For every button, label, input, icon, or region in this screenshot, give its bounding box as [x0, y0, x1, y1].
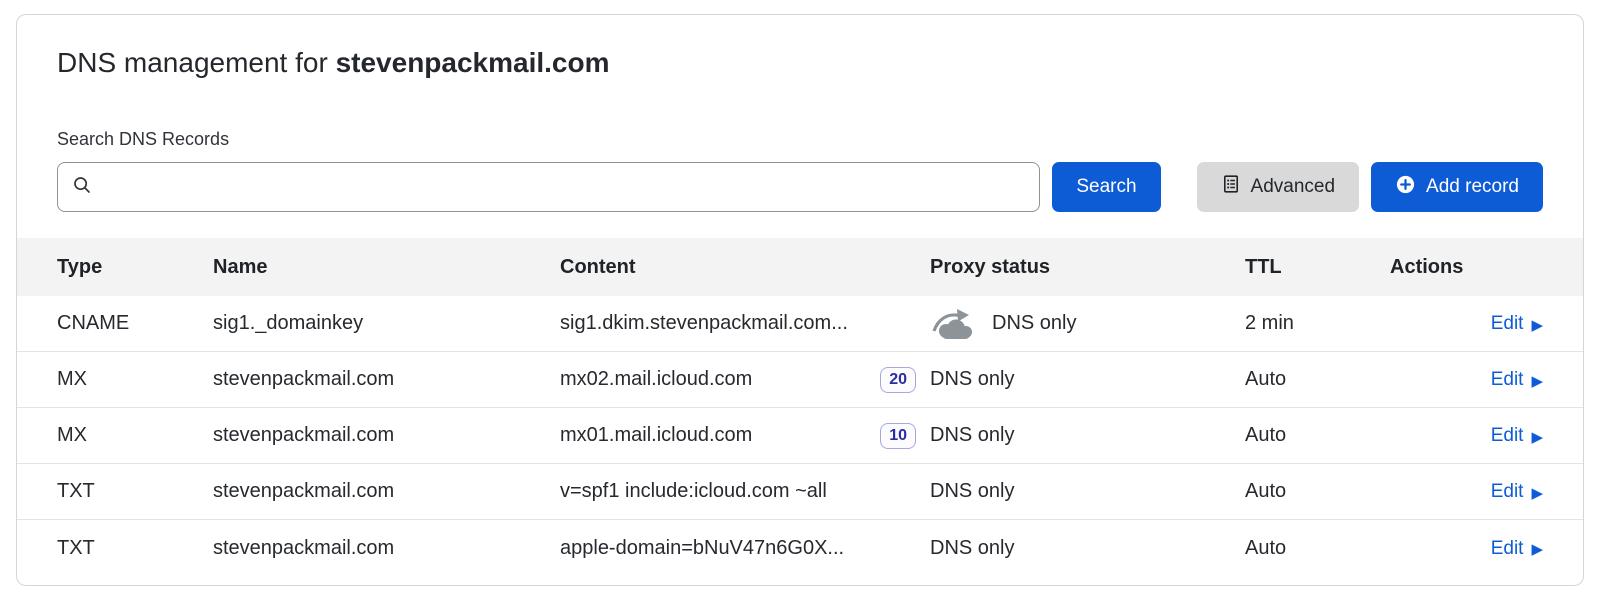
proxy-status-cell: DNS only: [930, 424, 1245, 447]
record-content-cell: apple-domain=bNuV47n6G0X...: [560, 537, 930, 560]
add-record-button-label: Add record: [1426, 176, 1519, 198]
edit-button-label: Edit: [1491, 481, 1524, 503]
table-row: TXTstevenpackmail.comapple-domain=bNuV47…: [17, 520, 1583, 576]
record-content-cell: mx02.mail.icloud.com 20: [560, 367, 930, 393]
edit-button[interactable]: Edit ▶: [1491, 425, 1543, 447]
search-button[interactable]: Search: [1052, 162, 1160, 212]
edit-arrow-icon: ▶: [1531, 374, 1543, 389]
edit-arrow-icon: ▶: [1531, 430, 1543, 445]
record-content-cell: v=spf1 include:icloud.com ~all: [560, 480, 930, 503]
actions-cell: Edit ▶: [1390, 424, 1543, 447]
table-body: CNAMEsig1._domainkeysig1.dkim.stevenpack…: [17, 296, 1583, 576]
edit-button[interactable]: Edit ▶: [1491, 313, 1543, 335]
proxy-status-cell: DNS only: [930, 307, 1245, 341]
edit-arrow-icon: ▶: [1531, 486, 1543, 501]
page-title-prefix: DNS management for: [57, 47, 336, 78]
search-button-label: Search: [1076, 176, 1136, 198]
ttl-cell: Auto: [1245, 424, 1390, 447]
priority-badge: 10: [880, 423, 916, 449]
edit-button-label: Edit: [1491, 369, 1524, 391]
column-header-content: Content: [560, 256, 930, 279]
dns-records-table: Type Name Content Proxy status TTL Actio…: [17, 238, 1583, 576]
ttl-cell: Auto: [1245, 368, 1390, 391]
record-name-cell: stevenpackmail.com: [213, 424, 560, 447]
advanced-button-label: Advanced: [1251, 176, 1336, 198]
table-row: CNAMEsig1._domainkeysig1.dkim.stevenpack…: [17, 296, 1583, 352]
column-header-name: Name: [213, 256, 560, 279]
edit-button[interactable]: Edit ▶: [1491, 481, 1543, 503]
record-name-cell: sig1._domainkey: [213, 312, 560, 335]
add-record-button[interactable]: Add record: [1371, 162, 1543, 212]
record-type-cell: MX: [57, 368, 213, 391]
actions-cell: Edit ▶: [1390, 537, 1543, 560]
page-title-domain: stevenpackmail.com: [336, 47, 610, 78]
actions-cell: Edit ▶: [1390, 368, 1543, 391]
dns-management-card: DNS management for stevenpackmail.com Se…: [16, 14, 1584, 586]
edit-button[interactable]: Edit ▶: [1491, 538, 1543, 560]
record-type-cell: CNAME: [57, 312, 213, 335]
proxy-status-text: DNS only: [992, 312, 1076, 335]
record-type-cell: TXT: [57, 537, 213, 560]
search-label: Search DNS Records: [57, 129, 1543, 150]
proxy-status-text: DNS only: [930, 537, 1014, 560]
edit-button-label: Edit: [1491, 313, 1524, 335]
edit-arrow-icon: ▶: [1531, 318, 1543, 333]
record-content-text: mx01.mail.icloud.com: [560, 424, 752, 447]
actions-cell: Edit ▶: [1390, 480, 1543, 503]
column-header-actions: Actions: [1390, 256, 1543, 279]
record-content-cell: sig1.dkim.stevenpackmail.com...: [560, 312, 930, 335]
table-row: TXTstevenpackmail.comv=spf1 include:iclo…: [17, 464, 1583, 520]
record-type-cell: TXT: [57, 480, 213, 503]
table-header-row: Type Name Content Proxy status TTL Actio…: [17, 238, 1583, 296]
advanced-button[interactable]: Advanced: [1197, 162, 1360, 212]
record-name-cell: stevenpackmail.com: [213, 480, 560, 503]
proxy-status-cell: DNS only: [930, 368, 1245, 391]
search-icon: [72, 175, 92, 200]
plus-circle-icon: [1395, 174, 1416, 201]
proxy-status-text: DNS only: [930, 368, 1014, 391]
edit-button-label: Edit: [1491, 538, 1524, 560]
record-type-cell: MX: [57, 424, 213, 447]
actions-cell: Edit ▶: [1390, 312, 1543, 335]
search-input-wrapper: [57, 162, 1040, 212]
record-content-text: v=spf1 include:icloud.com ~all: [560, 480, 827, 503]
priority-badge: 20: [880, 367, 916, 393]
proxy-status-text: DNS only: [930, 424, 1014, 447]
record-content-cell: mx01.mail.icloud.com 10: [560, 423, 930, 449]
search-input[interactable]: [92, 176, 1025, 198]
ttl-cell: Auto: [1245, 480, 1390, 503]
advanced-list-icon: [1221, 174, 1241, 200]
column-header-type: Type: [57, 256, 213, 279]
page-title: DNS management for stevenpackmail.com: [17, 15, 1583, 79]
table-row: MXstevenpackmail.commx01.mail.icloud.com…: [17, 408, 1583, 464]
proxy-status-cell: DNS only: [930, 480, 1245, 503]
edit-arrow-icon: ▶: [1531, 542, 1543, 557]
record-name-cell: stevenpackmail.com: [213, 368, 560, 391]
proxy-status-text: DNS only: [930, 480, 1014, 503]
dns-only-cloud-icon: [930, 307, 978, 341]
edit-button[interactable]: Edit ▶: [1491, 369, 1543, 391]
edit-button-label: Edit: [1491, 425, 1524, 447]
record-content-text: apple-domain=bNuV47n6G0X...: [560, 537, 844, 560]
ttl-cell: Auto: [1245, 537, 1390, 560]
table-row: MXstevenpackmail.commx02.mail.icloud.com…: [17, 352, 1583, 408]
record-content-text: sig1.dkim.stevenpackmail.com...: [560, 312, 848, 335]
record-content-text: mx02.mail.icloud.com: [560, 368, 752, 391]
search-toolbar: Search Advanced: [57, 162, 1543, 212]
record-name-cell: stevenpackmail.com: [213, 537, 560, 560]
column-header-ttl: TTL: [1245, 256, 1390, 279]
column-header-proxy-status: Proxy status: [930, 256, 1245, 279]
ttl-cell: 2 min: [1245, 312, 1390, 335]
proxy-status-cell: DNS only: [930, 537, 1245, 560]
